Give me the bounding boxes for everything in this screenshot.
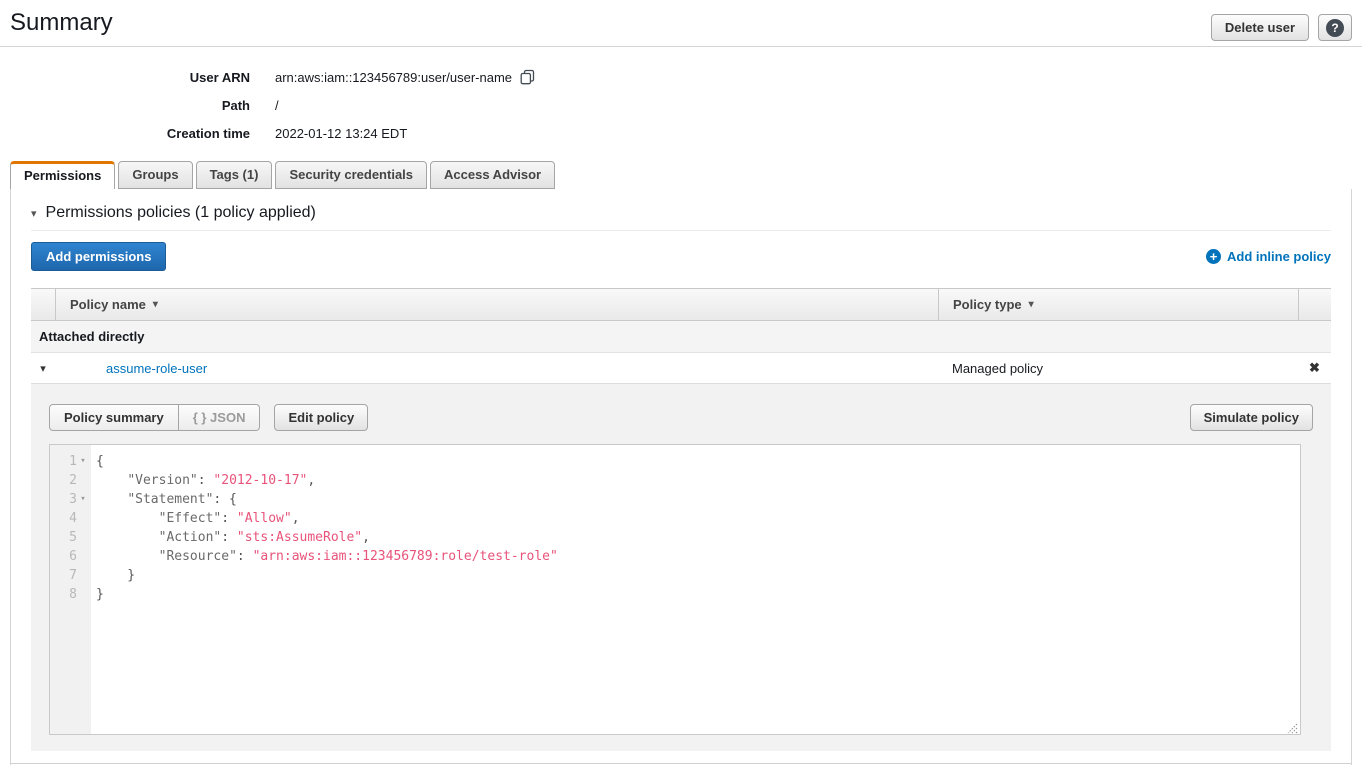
editor-gutter[interactable]: 1▾23▾45678 [50, 445, 91, 734]
policy-detail-area: Policy summary { } JSON Edit policy Simu… [31, 383, 1331, 751]
add-permissions-button[interactable]: Add permissions [31, 242, 166, 271]
section-divider [31, 230, 1331, 231]
attached-directly-group-row: Attached directly [31, 321, 1331, 353]
policy-view-toggle: Policy summary { } JSON [49, 404, 260, 431]
tab-tags[interactable]: Tags (1) [196, 161, 273, 189]
policy-type-column-header[interactable]: Policy type ▾ [938, 289, 1298, 320]
path-value: / [275, 98, 279, 113]
field-row-creation-time: Creation time 2022-01-12 13:24 EDT [0, 119, 1362, 147]
remove-column-header [1298, 289, 1331, 320]
editor-code: { "Version": "2012-10-17", "Statement": … [91, 445, 558, 734]
user-arn-label: User ARN [0, 70, 250, 85]
help-button[interactable]: ? [1318, 14, 1352, 41]
policies-table-header: Policy name ▾ Policy type ▾ [31, 288, 1331, 321]
tab-permissions[interactable]: Permissions [10, 161, 115, 189]
field-row-user-arn: User ARN arn:aws:iam::123456789:user/use… [0, 63, 1362, 91]
tab-groups[interactable]: Groups [118, 161, 192, 189]
tab-access-advisor[interactable]: Access Advisor [430, 161, 555, 189]
section-title: Permissions policies (1 policy applied) [46, 204, 316, 222]
policy-actions-row: Add permissions + Add inline policy [31, 242, 1331, 271]
user-arn-value: arn:aws:iam::123456789:user/user-name [275, 70, 512, 85]
policies-table: Policy name ▾ Policy type ▾ Attached dir… [31, 288, 1331, 751]
section-collapse-icon: ▾ [31, 207, 37, 220]
plus-icon: + [1206, 249, 1221, 264]
help-icon: ? [1326, 19, 1344, 37]
tab-security-credentials[interactable]: Security credentials [275, 161, 427, 189]
policy-json-editor[interactable]: 1▾23▾45678 { "Version": "2012-10-17", "S… [49, 444, 1301, 735]
copy-icon[interactable] [520, 69, 535, 85]
sort-caret-icon: ▾ [153, 299, 158, 310]
policy-name-column-header[interactable]: Policy name ▾ [55, 289, 938, 320]
tab-bar: Permissions Groups Tags (1) Security cre… [10, 161, 1362, 189]
policy-summary-button[interactable]: Policy summary [49, 404, 179, 431]
permissions-panel: ▾ Permissions policies (1 policy applied… [10, 189, 1352, 765]
header-actions: Delete user ? [1211, 14, 1352, 41]
page-header: Summary Delete user ? [0, 0, 1362, 47]
creation-time-label: Creation time [0, 126, 250, 141]
permissions-policies-section-toggle[interactable]: ▾ Permissions policies (1 policy applied… [31, 189, 1331, 222]
panel-bottom-divider [11, 763, 1351, 764]
page-title: Summary [10, 0, 1362, 37]
expand-column-header [31, 289, 55, 320]
row-expand-caret-icon[interactable]: ▾ [31, 362, 55, 375]
policy-name-link[interactable]: assume-role-user [55, 361, 938, 376]
policy-type-value: Managed policy [938, 361, 1298, 376]
editor-resize-handle[interactable] [1287, 721, 1298, 732]
simulate-policy-button[interactable]: Simulate policy [1190, 404, 1313, 431]
detach-policy-icon[interactable]: ✖ [1298, 360, 1331, 376]
edit-policy-button[interactable]: Edit policy [274, 404, 368, 431]
field-row-path: Path / [0, 91, 1362, 119]
creation-time-value: 2022-01-12 13:24 EDT [275, 126, 407, 141]
sort-caret-icon: ▾ [1029, 299, 1034, 310]
policy-detail-toolbar: Policy summary { } JSON Edit policy Simu… [49, 404, 1313, 431]
add-inline-policy-link[interactable]: + Add inline policy [1206, 249, 1331, 264]
json-view-button[interactable]: { } JSON [179, 404, 261, 431]
delete-user-button[interactable]: Delete user [1211, 14, 1309, 41]
summary-fields: User ARN arn:aws:iam::123456789:user/use… [0, 63, 1362, 147]
policy-table-row: ▾ assume-role-user Managed policy ✖ [31, 353, 1331, 383]
path-label: Path [0, 98, 250, 113]
